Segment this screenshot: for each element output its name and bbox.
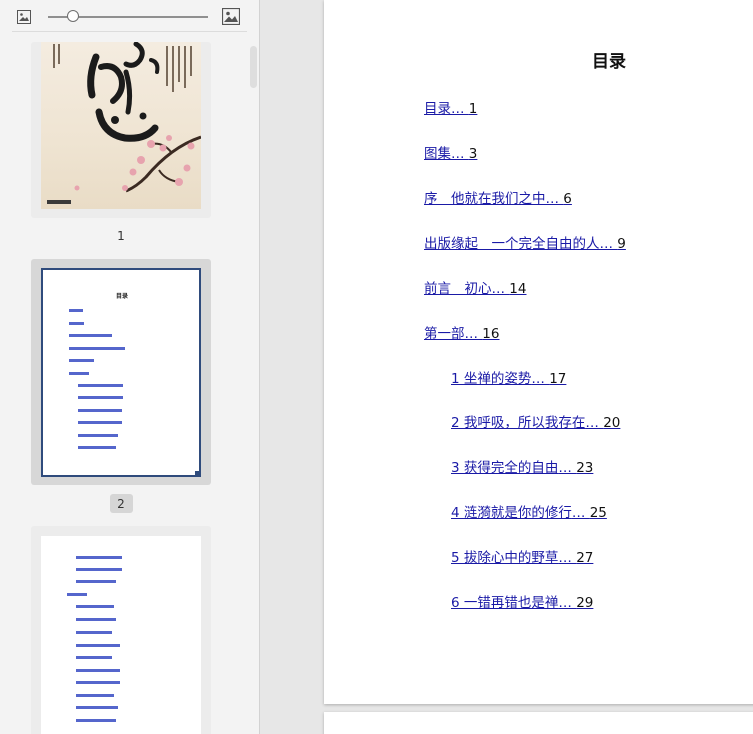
cover-artwork: [47, 42, 201, 204]
cover-thumbnail-image: [41, 42, 201, 209]
mini-toc-title: 目录: [116, 293, 129, 300]
toc-link-9[interactable]: 4 涟漪就是你的修行… 25: [451, 504, 607, 522]
toc-link-7[interactable]: 2 我呼吸，所以我存在… 20: [451, 414, 620, 432]
toc-link-6[interactable]: 1 坐禅的姿势… 17: [451, 370, 566, 388]
toc-thumbnail-page: 目录: [41, 268, 201, 477]
thumbnail-sidebar: 1 目录 2: [0, 0, 260, 734]
thumbnail-page-number: 2: [117, 497, 125, 511]
toc-link-4[interactable]: 前言 初心… 14: [424, 280, 526, 298]
toc-link-8[interactable]: 3 获得完全的自由… 23: [451, 459, 593, 477]
thumbnail-page-2[interactable]: 目录: [31, 259, 211, 485]
page-title: 目录: [592, 52, 626, 72]
zoom-slider-thumb[interactable]: [67, 10, 79, 22]
thumbnail-page-1[interactable]: [31, 42, 211, 218]
toc-link-3[interactable]: 出版缘起 一个完全自由的人… 9: [424, 235, 626, 253]
sidebar-scrollbar[interactable]: [250, 46, 257, 88]
image-large-icon[interactable]: [222, 8, 240, 25]
zoom-bar-divider: [12, 31, 247, 32]
toc-link-1[interactable]: 图集… 3: [424, 145, 477, 163]
document-page: 目录 目录… 1 图集… 3 序 他就在我们之中… 6 出版缘起 一个完全自由的…: [324, 0, 753, 704]
toc-link-2[interactable]: 序 他就在我们之中… 6: [424, 190, 572, 208]
toc-link-11[interactable]: 6 一错再错也是禅… 29: [451, 594, 593, 612]
toc-link-10[interactable]: 5 拔除心中的野草… 27: [451, 549, 593, 567]
thumbnail-page-number: 1: [117, 229, 125, 243]
toc-continued-thumbnail-page: [41, 536, 201, 734]
toc-link-0[interactable]: 目录… 1: [424, 100, 477, 118]
thumbnail-page-3[interactable]: [31, 526, 211, 734]
document-viewer[interactable]: 目录 目录… 1 图集… 3 序 他就在我们之中… 6 出版缘起 一个完全自由的…: [260, 0, 753, 734]
next-document-page: [324, 712, 753, 734]
toc-link-5[interactable]: 第一部… 16: [424, 325, 499, 343]
thumbnail-zoom-bar: [0, 0, 259, 32]
image-small-icon[interactable]: [17, 10, 31, 24]
